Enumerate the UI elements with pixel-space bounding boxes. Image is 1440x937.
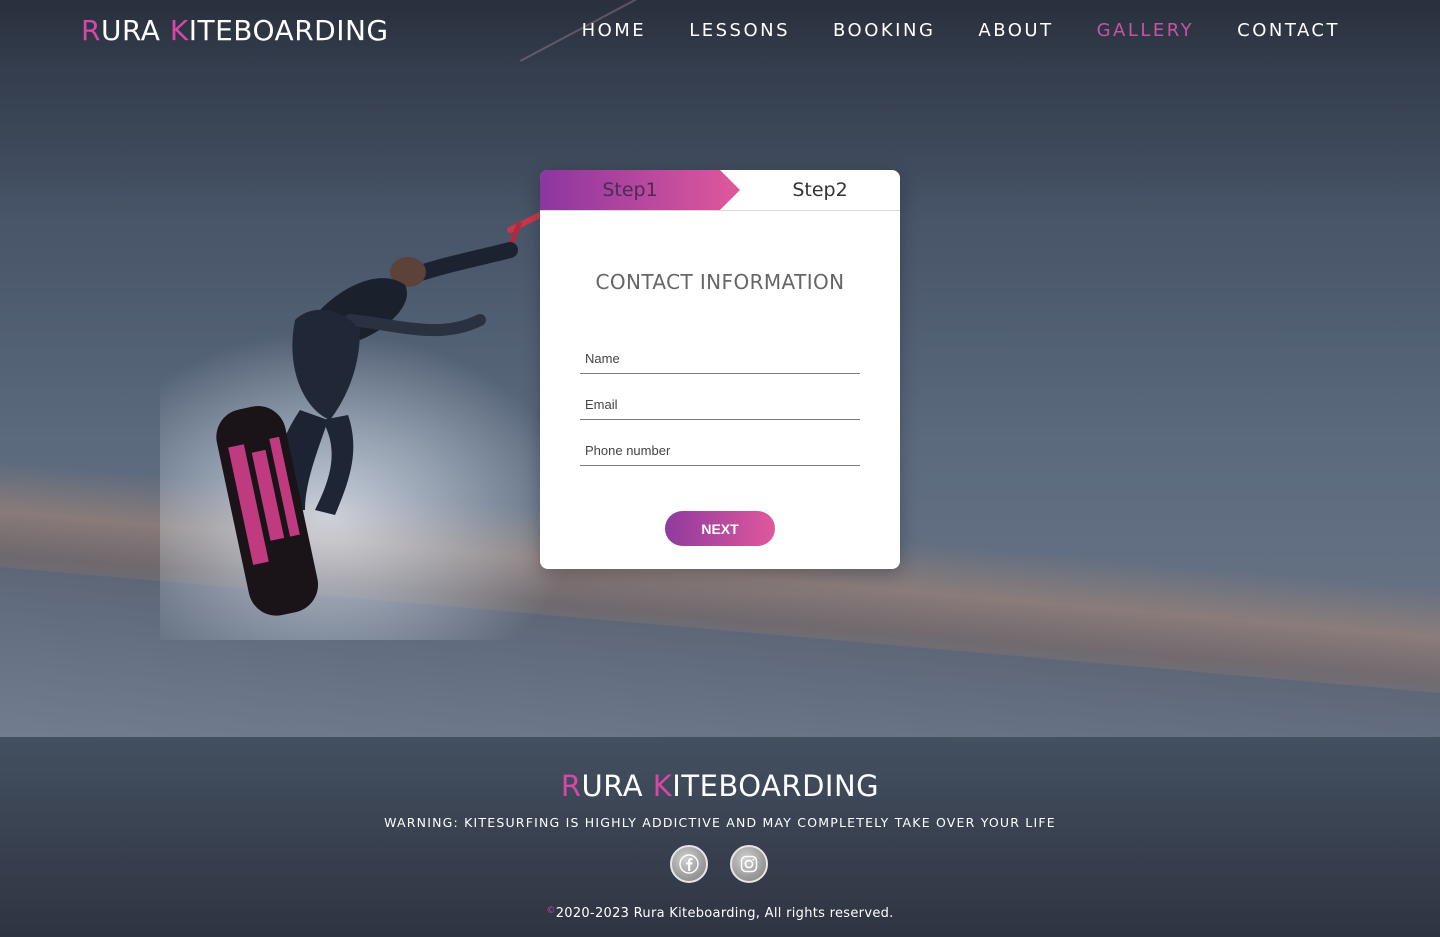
site-footer: RURA KITEBOARDING WARNING: KITESURFING I… — [0, 737, 1440, 937]
nav-gallery[interactable]: GALLERY — [1097, 20, 1195, 41]
footer-logo-text-iteboarding: ITEBOARDING — [672, 769, 880, 803]
footer-logo-text-ura: URA — [581, 769, 653, 803]
nav-lessons[interactable]: LESSONS — [689, 20, 790, 41]
footer-brand-logo[interactable]: RURA KITEBOARDING — [0, 769, 1440, 803]
logo-initial-k: K — [169, 14, 189, 47]
brand-logo[interactable]: RURA KITEBOARDING — [81, 14, 389, 47]
nav-about[interactable]: ABOUT — [978, 20, 1053, 41]
next-button[interactable]: NEXT — [665, 511, 775, 546]
phone-number-field[interactable] — [580, 436, 860, 466]
email-field[interactable] — [580, 390, 860, 420]
footer-logo-initial-r: R — [560, 769, 582, 803]
copyright-symbol: © — [546, 906, 556, 916]
nav-booking[interactable]: BOOKING — [833, 20, 935, 41]
footer-warning-text: WARNING: KITESURFING IS HIGHLY ADDICTIVE… — [384, 815, 1056, 830]
name-field[interactable] — [580, 344, 860, 374]
main-nav: HOME LESSONS BOOKING ABOUT GALLERY CONTA… — [582, 20, 1340, 41]
logo-text-ura: URA — [100, 14, 170, 47]
step-indicator: Step1 Step2 — [540, 170, 900, 211]
footer-logo-initial-k: K — [652, 769, 673, 803]
facebook-icon[interactable] — [670, 845, 708, 883]
nav-contact[interactable]: CONTACT — [1237, 20, 1340, 41]
copyright-label: 2020-2023 Rura Kiteboarding, All rights … — [555, 906, 894, 921]
logo-text-iteboarding: ITEBOARDING — [188, 14, 389, 47]
kiteboarder-image — [216, 212, 543, 616]
nav-home[interactable]: HOME — [582, 20, 647, 41]
logo-initial-r: R — [81, 14, 101, 47]
form-title: CONTACT INFORMATION — [595, 270, 845, 294]
booking-form-card: Step1 Step2 CONTACT INFORMATION NEXT — [540, 170, 900, 569]
copyright-text: ©2020-2023 Rura Kiteboarding, All rights… — [0, 906, 1440, 921]
step-1-tab[interactable]: Step1 — [540, 170, 740, 210]
step-2-tab[interactable]: Step2 — [740, 170, 900, 210]
site-header: RURA KITEBOARDING HOME LESSONS BOOKING A… — [0, 0, 1440, 62]
instagram-icon[interactable] — [730, 845, 768, 883]
social-links — [670, 845, 768, 883]
